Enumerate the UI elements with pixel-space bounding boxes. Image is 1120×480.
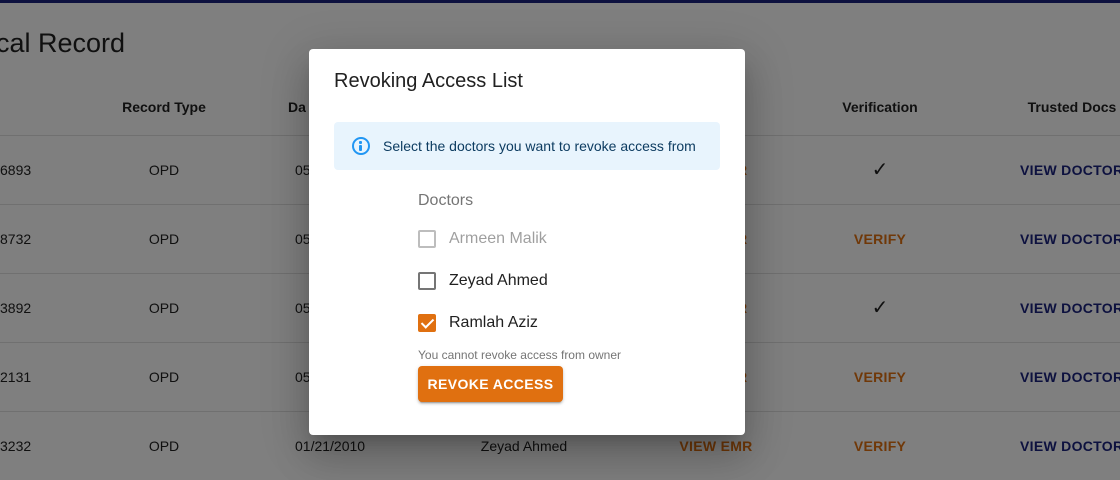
info-alert: Select the doctors you want to revoke ac… (334, 122, 720, 170)
helper-text: You cannot revoke access from owner (418, 348, 621, 362)
doctor-option-zeyad-ahmed[interactable]: Zeyad Ahmed (418, 269, 548, 293)
dialog-title: Revoking Access List (334, 70, 523, 92)
info-icon (352, 137, 370, 155)
alert-message: Select the doctors you want to revoke ac… (383, 138, 696, 154)
checkbox-checked[interactable] (418, 314, 436, 332)
checkbox[interactable] (418, 272, 436, 290)
doctor-option-label: Zeyad Ahmed (449, 272, 548, 289)
doctor-option-label: Armeen Malik (449, 230, 547, 247)
doctor-option-armeen-malik: Armeen Malik (418, 227, 547, 251)
revoke-access-dialog: Revoking Access List Select the doctors … (309, 49, 745, 435)
doctor-option-ramlah-aziz[interactable]: Ramlah Aziz (418, 311, 538, 335)
doctors-group-label: Doctors (418, 192, 474, 209)
checkbox (418, 230, 436, 248)
revoke-access-button[interactable]: REVOKE ACCESS (418, 366, 563, 402)
doctor-option-label: Ramlah Aziz (449, 314, 538, 331)
